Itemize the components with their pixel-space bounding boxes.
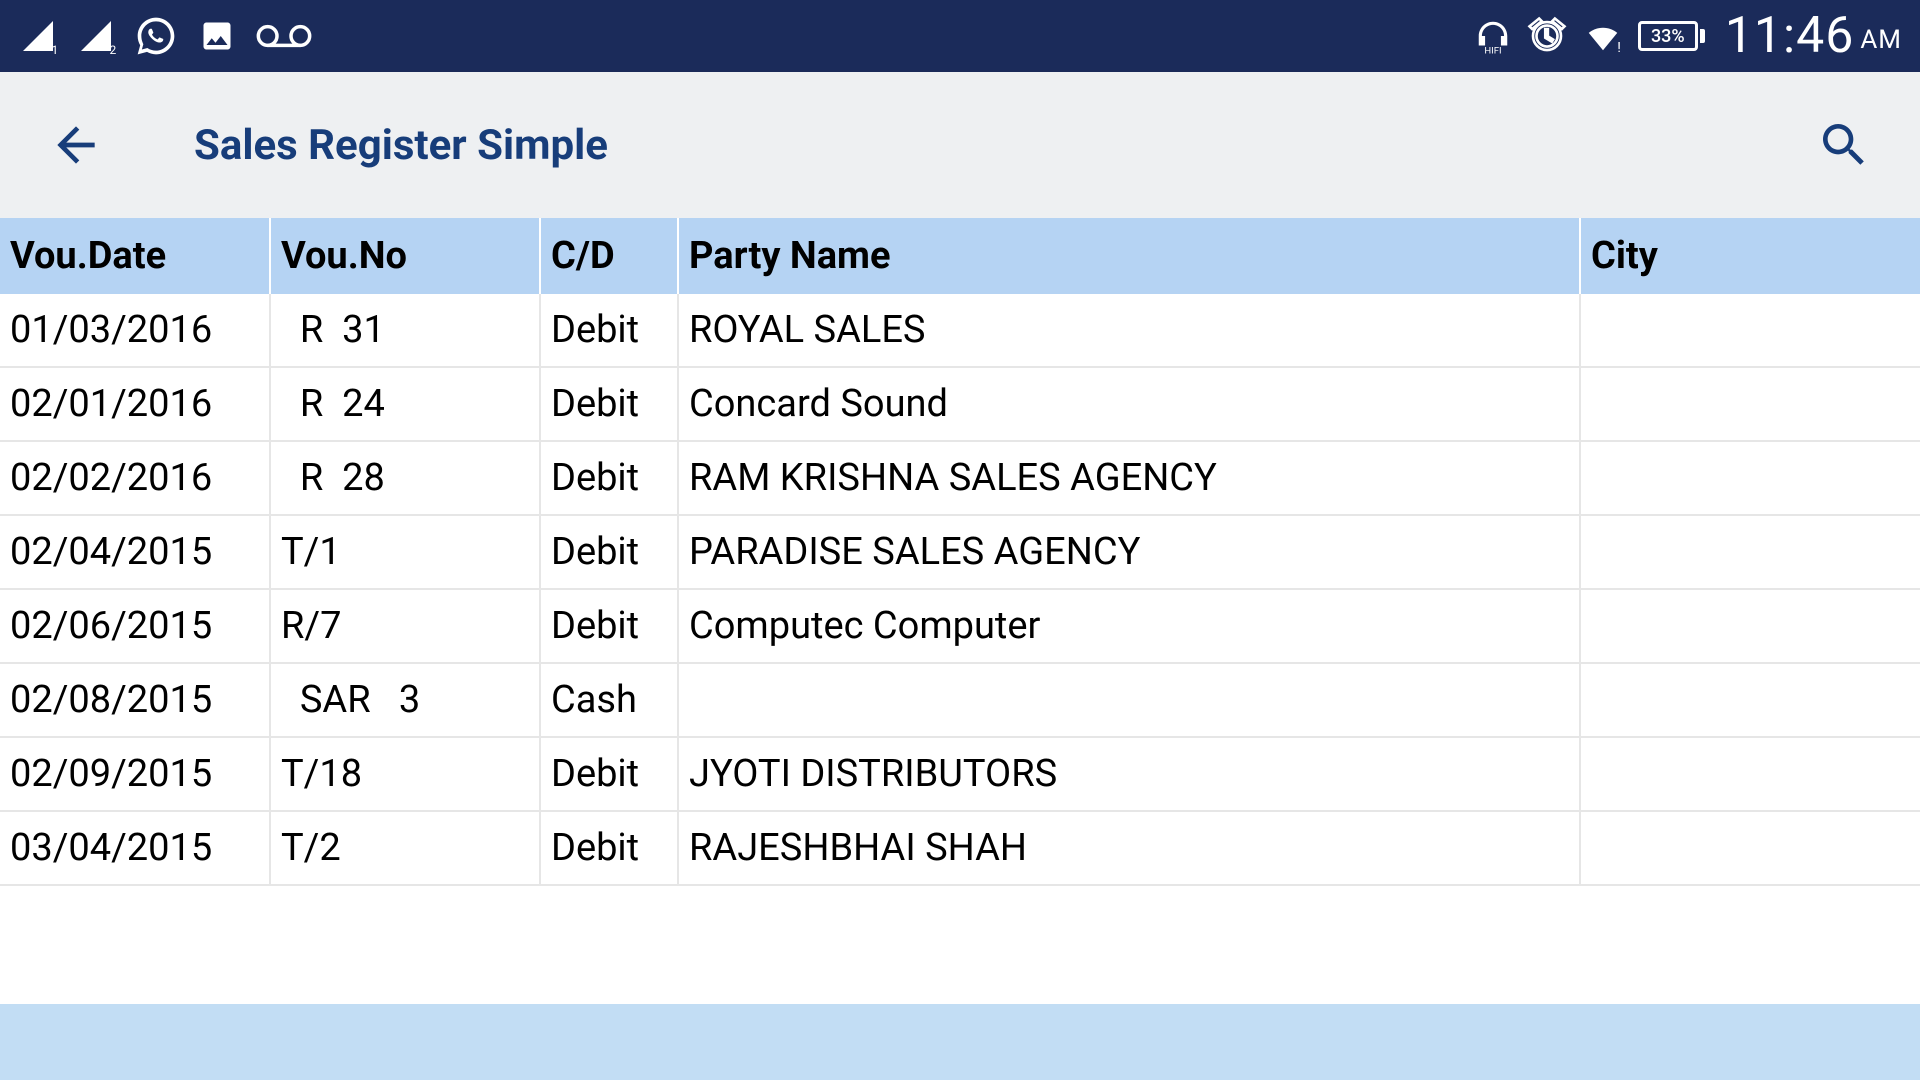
back-button[interactable] bbox=[48, 117, 104, 173]
cell-city bbox=[1580, 811, 1920, 885]
cell-date: 02/06/2015 bbox=[0, 589, 270, 663]
cell-cd: Cash bbox=[540, 663, 678, 737]
table-row[interactable]: 01/03/2016 R 31DebitROYAL SALES bbox=[0, 294, 1920, 367]
cell-vouno: T/2 bbox=[270, 811, 540, 885]
cell-vouno: R/7 bbox=[270, 589, 540, 663]
cell-party: JYOTI DISTRIBUTORS bbox=[678, 737, 1580, 811]
cell-vouno: R 31 bbox=[270, 294, 540, 367]
cell-cd: Debit bbox=[540, 811, 678, 885]
cell-date: 02/08/2015 bbox=[0, 663, 270, 737]
cell-party: RAJESHBHAI SHAH bbox=[678, 811, 1580, 885]
header-cd[interactable]: C/D bbox=[540, 218, 678, 294]
clock: 11:46 AM bbox=[1725, 7, 1902, 65]
svg-text:2: 2 bbox=[110, 43, 117, 54]
status-left: 1 2 bbox=[18, 14, 312, 58]
svg-text:HIFI: HIFI bbox=[1484, 45, 1501, 55]
cell-city bbox=[1580, 441, 1920, 515]
cell-vouno: SAR 3 bbox=[270, 663, 540, 737]
cell-vouno: T/1 bbox=[270, 515, 540, 589]
table-row[interactable]: 02/08/2015 SAR 3Cash bbox=[0, 663, 1920, 737]
wifi-icon: ! bbox=[1580, 17, 1626, 55]
battery-percent: 33% bbox=[1651, 26, 1685, 47]
image-icon bbox=[196, 18, 238, 54]
cell-party: RAM KRISHNA SALES AGENCY bbox=[678, 441, 1580, 515]
clock-time: 11:46 bbox=[1725, 7, 1855, 65]
cell-date: 01/03/2016 bbox=[0, 294, 270, 367]
cell-party: Concard Sound bbox=[678, 367, 1580, 441]
cell-date: 02/09/2015 bbox=[0, 737, 270, 811]
cell-party: Computec Computer bbox=[678, 589, 1580, 663]
cell-cd: Debit bbox=[540, 515, 678, 589]
cell-party: PARADISE SALES AGENCY bbox=[678, 515, 1580, 589]
cell-vouno: R 24 bbox=[270, 367, 540, 441]
cell-party bbox=[678, 663, 1580, 737]
cell-date: 02/02/2016 bbox=[0, 441, 270, 515]
whatsapp-icon bbox=[134, 14, 178, 58]
search-icon bbox=[1816, 117, 1872, 173]
cell-vouno: R 28 bbox=[270, 441, 540, 515]
table-container[interactable]: Vou.Date Vou.No C/D Party Name City 01/0… bbox=[0, 218, 1920, 1080]
cell-city bbox=[1580, 515, 1920, 589]
cell-city bbox=[1580, 737, 1920, 811]
arrow-left-icon bbox=[48, 117, 104, 173]
status-bar: 1 2 HIFI ! 33% 11:46 bbox=[0, 0, 1920, 72]
cell-cd: Debit bbox=[540, 294, 678, 367]
status-right: HIFI ! 33% 11:46 AM bbox=[1472, 7, 1902, 65]
footer-bar bbox=[0, 1004, 1920, 1080]
cell-cd: Debit bbox=[540, 737, 678, 811]
header-party-name[interactable]: Party Name bbox=[678, 218, 1580, 294]
voicemail-icon bbox=[256, 22, 312, 50]
cell-city bbox=[1580, 663, 1920, 737]
table-row[interactable]: 02/01/2016 R 24DebitConcard Sound bbox=[0, 367, 1920, 441]
table-row[interactable]: 02/06/2015R/7DebitComputec Computer bbox=[0, 589, 1920, 663]
cell-date: 02/01/2016 bbox=[0, 367, 270, 441]
clock-ampm: AM bbox=[1860, 25, 1902, 55]
table-row[interactable]: 02/02/2016 R 28DebitRAM KRISHNA SALES AG… bbox=[0, 441, 1920, 515]
cell-cd: Debit bbox=[540, 367, 678, 441]
header-city[interactable]: City bbox=[1580, 218, 1920, 294]
battery-indicator: 33% bbox=[1638, 21, 1705, 51]
page-title: Sales Register Simple bbox=[194, 121, 1816, 170]
table-row[interactable]: 03/04/2015T/2DebitRAJESHBHAI SHAH bbox=[0, 811, 1920, 885]
table-header-row: Vou.Date Vou.No C/D Party Name City bbox=[0, 218, 1920, 294]
cell-date: 02/04/2015 bbox=[0, 515, 270, 589]
header-vou-date[interactable]: Vou.Date bbox=[0, 218, 270, 294]
cell-cd: Debit bbox=[540, 441, 678, 515]
alarm-icon bbox=[1526, 15, 1568, 57]
cell-cd: Debit bbox=[540, 589, 678, 663]
svg-text:1: 1 bbox=[52, 43, 59, 54]
table-row[interactable]: 02/04/2015T/1DebitPARADISE SALES AGENCY bbox=[0, 515, 1920, 589]
cell-date: 03/04/2015 bbox=[0, 811, 270, 885]
cell-city bbox=[1580, 294, 1920, 367]
cell-city bbox=[1580, 367, 1920, 441]
svg-text:!: ! bbox=[1617, 40, 1621, 55]
search-button[interactable] bbox=[1816, 117, 1872, 173]
signal-sim2-icon: 2 bbox=[76, 18, 116, 54]
hifi-audio-icon: HIFI bbox=[1472, 17, 1514, 55]
cell-party: ROYAL SALES bbox=[678, 294, 1580, 367]
cell-vouno: T/18 bbox=[270, 737, 540, 811]
cell-city bbox=[1580, 589, 1920, 663]
signal-sim1-icon: 1 bbox=[18, 18, 58, 54]
app-bar: Sales Register Simple bbox=[0, 72, 1920, 218]
sales-register-table: Vou.Date Vou.No C/D Party Name City 01/0… bbox=[0, 218, 1920, 886]
header-vou-no[interactable]: Vou.No bbox=[270, 218, 540, 294]
table-row[interactable]: 02/09/2015T/18DebitJYOTI DISTRIBUTORS bbox=[0, 737, 1920, 811]
